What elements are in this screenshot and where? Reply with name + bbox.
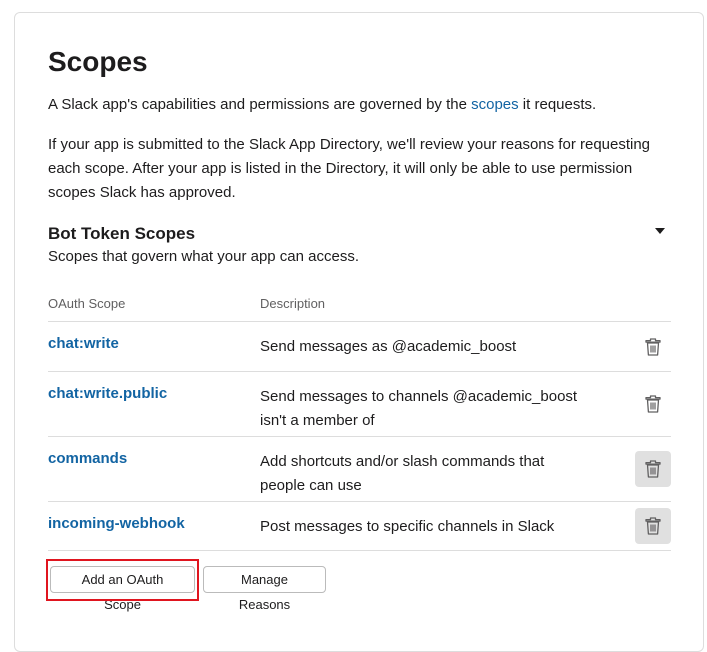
table-row: commands Add shortcuts and/or slash comm… bbox=[48, 436, 671, 501]
intro-text-after: it requests. bbox=[518, 96, 597, 113]
scope-description: Add shortcuts and/or slash commands that… bbox=[260, 453, 545, 494]
scope-name-link[interactable]: incoming-webhook bbox=[48, 514, 185, 534]
column-header-scope: OAuth Scope bbox=[48, 296, 126, 311]
intro-text: A Slack app's capabilities and permissio… bbox=[48, 93, 668, 117]
trash-icon[interactable] bbox=[635, 508, 671, 544]
review-text: If your app is submitted to the Slack Ap… bbox=[48, 136, 651, 201]
table-row: chat:write Send messages as @academic_bo… bbox=[48, 321, 671, 371]
manage-reasons-button[interactable]: Manage Reasons bbox=[203, 566, 326, 612]
scope-description: Post messages to specific channels in Sl… bbox=[260, 518, 555, 535]
scope-name-link[interactable]: chat:write.public bbox=[48, 384, 167, 404]
section-subtitle: Scopes that govern what your app can acc… bbox=[48, 248, 360, 265]
trash-icon[interactable] bbox=[635, 386, 671, 422]
column-header-description: Description bbox=[260, 296, 326, 311]
caret-down-icon[interactable] bbox=[655, 228, 665, 234]
table-row: chat:write.public Send messages to chann… bbox=[48, 371, 671, 436]
section-title-bot-token-scopes: Bot Token Scopes bbox=[48, 224, 196, 243]
page-title: Scopes bbox=[48, 46, 148, 77]
trash-icon[interactable] bbox=[635, 451, 671, 487]
scope-name-link[interactable]: chat:write bbox=[48, 334, 119, 354]
intro-text-before: A Slack app's capabilities and permissio… bbox=[48, 96, 472, 113]
scopes-table: chat:write Send messages as @academic_bo… bbox=[48, 321, 671, 551]
add-oauth-scope-button[interactable]: Add an OAuth Scope bbox=[50, 566, 195, 612]
scope-description: Send messages to channels @academic_boos… bbox=[260, 388, 578, 429]
table-row: incoming-webhook Post messages to specif… bbox=[48, 501, 671, 551]
trash-icon[interactable] bbox=[635, 329, 671, 365]
scope-description: Send messages as @academic_boost bbox=[260, 338, 517, 355]
scopes-link[interactable]: scopes bbox=[471, 96, 519, 113]
scope-name-link[interactable]: commands bbox=[48, 449, 127, 469]
